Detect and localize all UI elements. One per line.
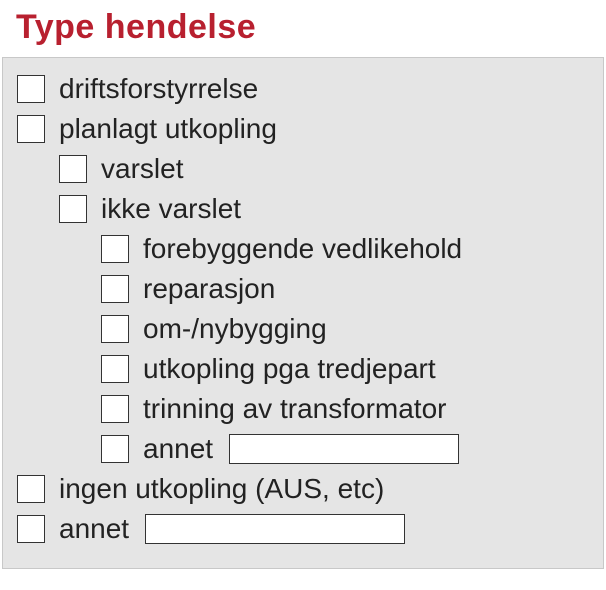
checkbox-annet[interactable] bbox=[17, 515, 45, 543]
option-planlagt-utkopling: planlagt utkopling bbox=[17, 112, 589, 146]
option-annet-sub: annet bbox=[17, 432, 589, 466]
checkbox-driftsforstyrrelse[interactable] bbox=[17, 75, 45, 103]
option-reparasjon: reparasjon bbox=[17, 272, 589, 306]
textfield-annet[interactable] bbox=[145, 514, 405, 544]
label-trinning-av-transformator: trinning av transformator bbox=[143, 392, 446, 426]
section-heading: Type hendelse bbox=[0, 0, 606, 57]
option-ikke-varslet: ikke varslet bbox=[17, 192, 589, 226]
checkbox-ikke-varslet[interactable] bbox=[59, 195, 87, 223]
checkbox-ingen-utkopling[interactable] bbox=[17, 475, 45, 503]
label-annet-sub: annet bbox=[143, 432, 213, 466]
checkbox-varslet[interactable] bbox=[59, 155, 87, 183]
type-hendelse-panel: driftsforstyrrelse planlagt utkopling va… bbox=[2, 57, 604, 569]
option-driftsforstyrrelse: driftsforstyrrelse bbox=[17, 72, 589, 106]
label-utkopling-pga-tredjepart: utkopling pga tredjepart bbox=[143, 352, 436, 386]
label-ikke-varslet: ikke varslet bbox=[101, 192, 241, 226]
checkbox-forebyggende-vedlikehold[interactable] bbox=[101, 235, 129, 263]
checkbox-reparasjon[interactable] bbox=[101, 275, 129, 303]
label-forebyggende-vedlikehold: forebyggende vedlikehold bbox=[143, 232, 462, 266]
checkbox-om-nybygging[interactable] bbox=[101, 315, 129, 343]
checkbox-planlagt-utkopling[interactable] bbox=[17, 115, 45, 143]
label-ingen-utkopling: ingen utkopling (AUS, etc) bbox=[59, 472, 384, 506]
option-varslet: varslet bbox=[17, 152, 589, 186]
option-forebyggende-vedlikehold: forebyggende vedlikehold bbox=[17, 232, 589, 266]
label-annet: annet bbox=[59, 512, 129, 546]
checkbox-trinning-av-transformator[interactable] bbox=[101, 395, 129, 423]
label-om-nybygging: om-/nybygging bbox=[143, 312, 327, 346]
option-trinning-av-transformator: trinning av transformator bbox=[17, 392, 589, 426]
label-planlagt-utkopling: planlagt utkopling bbox=[59, 112, 277, 146]
option-annet: annet bbox=[17, 512, 589, 546]
checkbox-utkopling-pga-tredjepart[interactable] bbox=[101, 355, 129, 383]
option-om-nybygging: om-/nybygging bbox=[17, 312, 589, 346]
option-ingen-utkopling: ingen utkopling (AUS, etc) bbox=[17, 472, 589, 506]
textfield-annet-sub[interactable] bbox=[229, 434, 459, 464]
option-utkopling-pga-tredjepart: utkopling pga tredjepart bbox=[17, 352, 589, 386]
label-varslet: varslet bbox=[101, 152, 183, 186]
checkbox-annet-sub[interactable] bbox=[101, 435, 129, 463]
label-driftsforstyrrelse: driftsforstyrrelse bbox=[59, 72, 258, 106]
label-reparasjon: reparasjon bbox=[143, 272, 275, 306]
